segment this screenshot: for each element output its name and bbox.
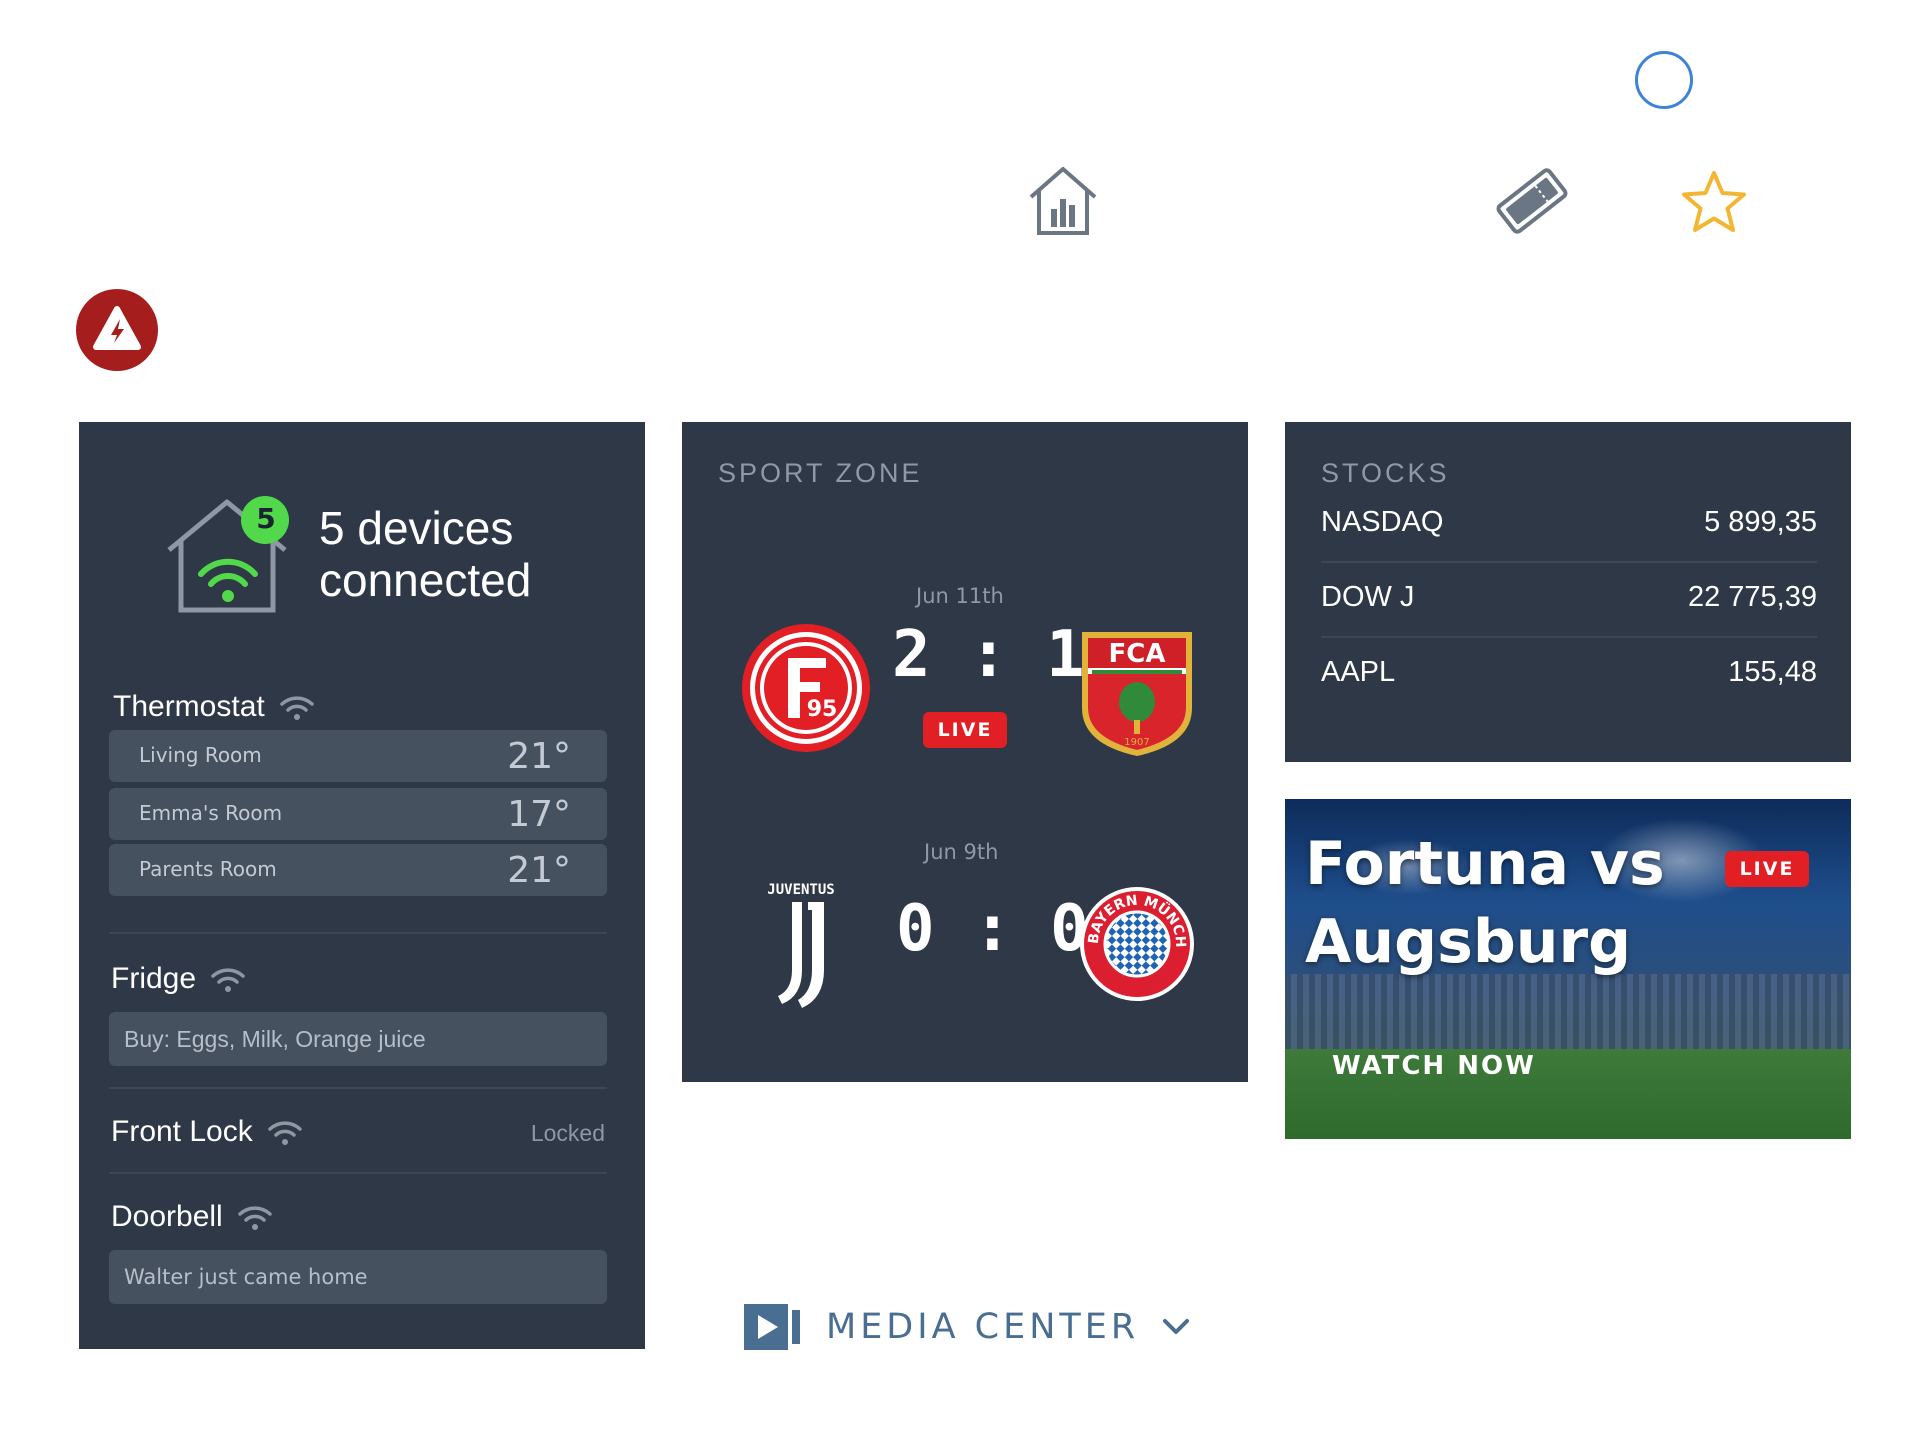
- stock-row[interactable]: AAPL 155,48: [1321, 638, 1817, 713]
- room-row-emma[interactable]: Emma's Room 17°: [109, 788, 607, 840]
- lightning-triangle-icon: [93, 306, 141, 350]
- fridge-label: Fridge: [111, 962, 197, 995]
- stock-row[interactable]: DOW J 22 775,39: [1321, 563, 1817, 638]
- doorbell-label: Doorbell: [111, 1200, 223, 1233]
- stock-name: NASDAQ: [1321, 506, 1444, 538]
- room-temp: 17°: [507, 794, 571, 835]
- match-date: Jun 11th: [916, 584, 1004, 608]
- stocks-heading: STOCKS: [1321, 458, 1450, 488]
- room-row-parents[interactable]: Parents Room 21°: [109, 844, 607, 896]
- thermostat-title[interactable]: Thermostat: [113, 690, 315, 724]
- front-lock-label: Front Lock: [111, 1115, 253, 1148]
- juventus-wordmark: JUVENTUS: [768, 882, 835, 898]
- stock-value: 22 775,39: [1687, 581, 1817, 613]
- ticket-icon[interactable]: [1492, 163, 1572, 239]
- stadium-stands: [1285, 974, 1851, 1054]
- wifi-icon: [267, 1121, 302, 1145]
- doorbell-title[interactable]: Doorbell: [111, 1200, 273, 1234]
- sport-zone-heading: SPORT ZONE: [718, 458, 923, 488]
- augsburg-logo-icon[interactable]: FCA 1907: [1078, 628, 1196, 758]
- stock-name: DOW J: [1321, 581, 1415, 613]
- circle-icon[interactable]: [1635, 51, 1693, 109]
- lock-status: Locked: [530, 1120, 605, 1146]
- match-score: 2 : 1: [892, 618, 1085, 692]
- devices-headline: 5 devices connected: [319, 502, 532, 606]
- fridge-note-field[interactable]: Buy: Eggs, Milk, Orange juice: [109, 1012, 607, 1066]
- divider: [109, 1172, 607, 1174]
- media-center-toggle[interactable]: MEDIA CENTER: [744, 1302, 1191, 1352]
- wifi-icon: [211, 968, 245, 992]
- devices-panel: 5 5 devices connected Thermostat Living …: [79, 422, 645, 1349]
- wifi-icon: [279, 696, 314, 720]
- home-stats-icon[interactable]: [1025, 163, 1101, 239]
- room-row-living[interactable]: Living Room 21°: [109, 730, 607, 782]
- room-temp: 21°: [507, 850, 571, 891]
- room-temp: 21°: [507, 736, 571, 777]
- power-alert-icon[interactable]: [76, 289, 158, 371]
- star-icon[interactable]: [1680, 169, 1748, 235]
- front-lock-title[interactable]: Front Lock: [111, 1115, 303, 1149]
- bayern-logo-icon[interactable]: FC BAYERN MÜNCHEN: [1078, 885, 1196, 1003]
- match-date: Jun 9th: [924, 840, 999, 864]
- stocks-panel: STOCKS NASDAQ 5 899,35 DOW J 22 775,39 A…: [1285, 422, 1851, 762]
- room-name: Emma's Room: [139, 801, 283, 825]
- stock-value: 155,48: [1728, 656, 1817, 688]
- augsburg-initials: FCA: [1109, 639, 1166, 669]
- doorbell-note-field[interactable]: Walter just came home: [109, 1250, 607, 1304]
- augsburg-year: 1907: [1124, 737, 1149, 748]
- sport-zone-panel: SPORT ZONE Jun 11th 95 2 : 1 LIVE FCA 19…: [682, 422, 1248, 1082]
- divider: [109, 932, 607, 934]
- watch-now-button[interactable]: WATCH NOW: [1332, 1051, 1536, 1081]
- room-name: Parents Room: [139, 857, 277, 881]
- wifi-icon: [237, 1206, 272, 1230]
- match-score: 0 : 0: [896, 892, 1089, 966]
- video-play-icon: [744, 1304, 800, 1350]
- fortuna-badge-number: 95: [807, 697, 838, 722]
- juventus-logo-icon[interactable]: JUVENTUS: [768, 880, 838, 1010]
- live-badge: LIVE: [923, 712, 1007, 748]
- media-center-label: MEDIA CENTER: [826, 1307, 1140, 1347]
- stock-value: 5 899,35: [1704, 506, 1817, 538]
- thermostat-label: Thermostat: [113, 690, 265, 723]
- stock-name: AAPL: [1321, 656, 1396, 688]
- fortuna-logo-icon[interactable]: 95: [740, 622, 872, 754]
- divider: [109, 1087, 607, 1089]
- match-promo-card[interactable]: Fortuna vs Augsburg LIVE WATCH NOW: [1285, 799, 1851, 1139]
- promo-live-badge: LIVE: [1725, 851, 1809, 887]
- chevron-down-icon: [1163, 1319, 1190, 1334]
- stock-row[interactable]: NASDAQ 5 899,35: [1321, 488, 1817, 563]
- device-count-badge: 5: [256, 502, 276, 535]
- room-name: Living Room: [139, 743, 262, 767]
- fridge-title[interactable]: Fridge: [111, 962, 246, 996]
- promo-title: Fortuna vs Augsburg: [1305, 829, 1665, 977]
